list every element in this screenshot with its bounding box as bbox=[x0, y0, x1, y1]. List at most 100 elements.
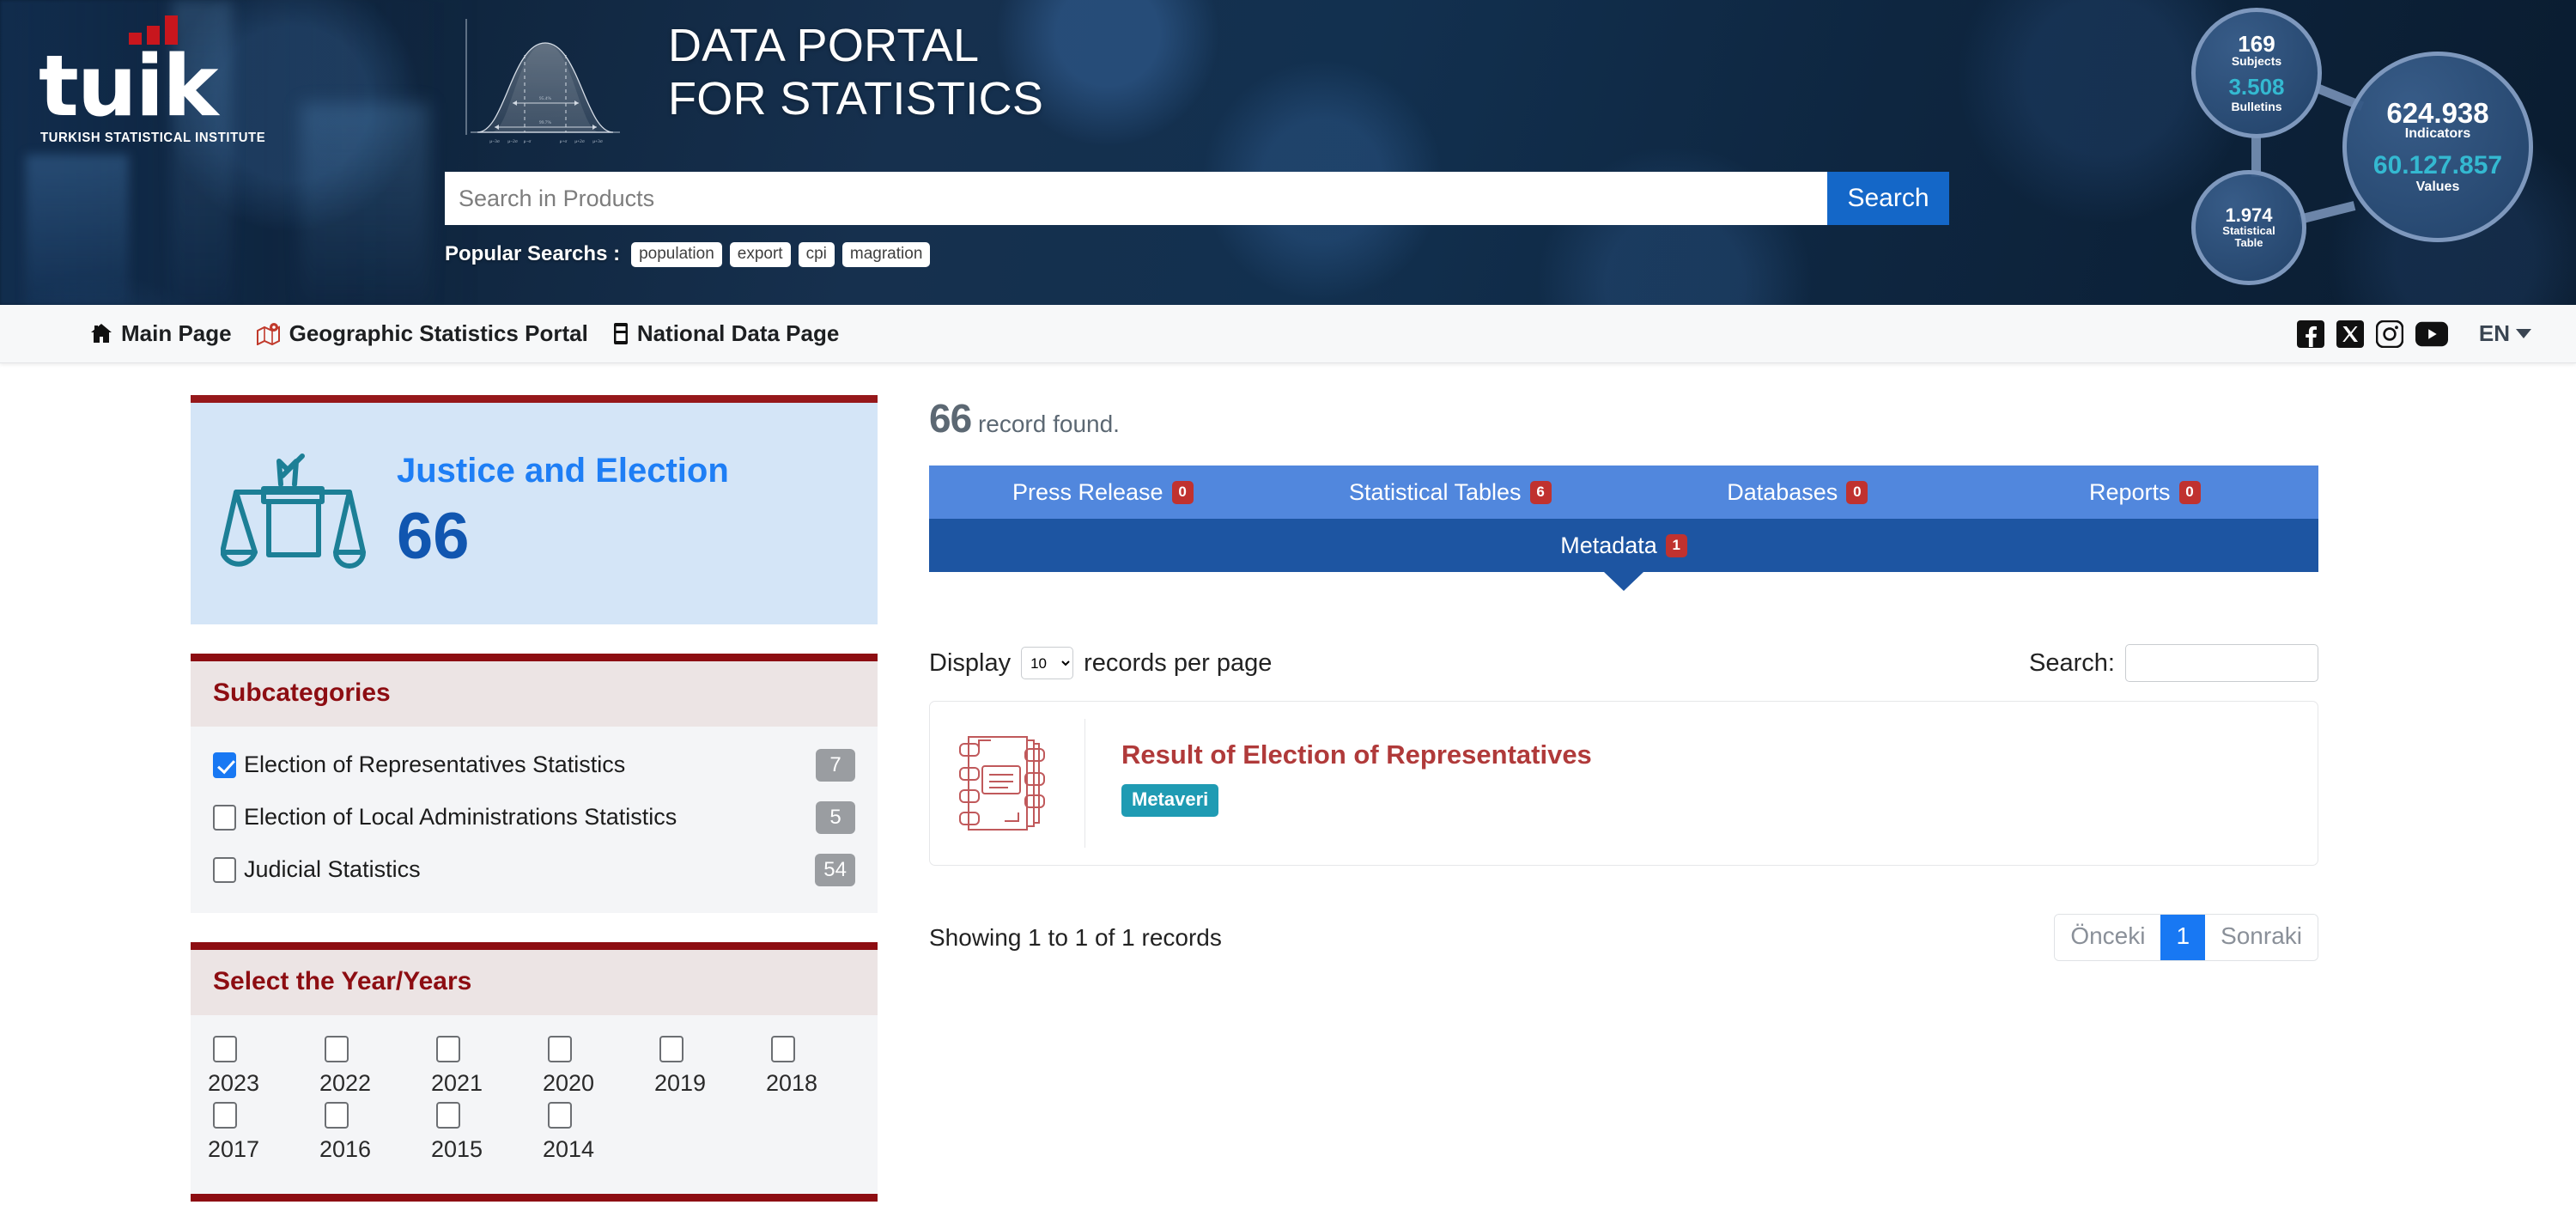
subcategories-header: Subcategories bbox=[191, 661, 878, 727]
tab-press-release[interactable]: Press Release 0 bbox=[929, 466, 1277, 519]
pagination-page-1[interactable]: 1 bbox=[2160, 915, 2205, 960]
page-title: DATA PORTAL FOR STATISTICS bbox=[668, 19, 1043, 125]
nav-item-label: Main Page bbox=[121, 320, 232, 347]
facebook-icon[interactable] bbox=[2297, 320, 2324, 348]
nav-right-controls: EN bbox=[2297, 320, 2531, 348]
year-checkbox-2021[interactable] bbox=[436, 1036, 460, 1062]
table-search-input[interactable] bbox=[2125, 644, 2318, 682]
svg-text:μ−σ: μ−σ bbox=[524, 139, 532, 144]
nav-item-main-page[interactable]: Main Page bbox=[89, 320, 232, 347]
subcategory-item[interactable]: Judicial Statistics 54 bbox=[213, 843, 855, 896]
subcategories-panel: Subcategories Election of Representative… bbox=[191, 654, 878, 913]
category-panel: Justice and Election 66 bbox=[191, 395, 878, 624]
tab-databases[interactable]: Databases 0 bbox=[1624, 466, 1971, 519]
language-selector[interactable]: EN bbox=[2479, 320, 2531, 347]
year-option[interactable]: 2014 bbox=[548, 1102, 659, 1163]
year-option[interactable]: 2021 bbox=[436, 1036, 548, 1097]
popular-search-tag[interactable]: export bbox=[730, 242, 791, 267]
subcategory-item[interactable]: Election of Representatives Statistics 7 bbox=[213, 739, 855, 791]
search-button[interactable]: Search bbox=[1827, 172, 1949, 225]
tab-label: Statistical Tables bbox=[1349, 479, 1522, 506]
result-card[interactable]: Result of Election of Representatives Me… bbox=[929, 701, 2318, 866]
year-checkbox-2016[interactable] bbox=[325, 1102, 349, 1129]
pagination-prev-button[interactable]: Önceki bbox=[2055, 915, 2160, 960]
stat-bubble-indicators: 624.938 Indicators 60.127.857 Values bbox=[2342, 52, 2533, 242]
search-input[interactable] bbox=[445, 172, 1827, 225]
logo-wordmark: tuik bbox=[39, 45, 288, 129]
subcategory-count-badge: 7 bbox=[816, 749, 855, 782]
stat-label: Bulletins bbox=[2231, 100, 2281, 113]
logo-bars-icon bbox=[129, 15, 178, 45]
panel-top-accent bbox=[191, 395, 878, 403]
year-label: 2017 bbox=[208, 1136, 259, 1163]
tuik-logo[interactable]: tuik TURKISH STATISTICAL INSTITUTE bbox=[39, 15, 288, 146]
subcategory-checkbox-election-of-local-administrations[interactable] bbox=[213, 805, 236, 831]
bubble-connector bbox=[2299, 201, 2356, 224]
tab-label: Metadata bbox=[1560, 532, 1657, 559]
main-results: 66 record found. Press Release 0 Statist… bbox=[929, 395, 2318, 1211]
svg-text:μ+3σ: μ+3σ bbox=[592, 139, 603, 144]
tab-metadata[interactable]: Metadata 1 bbox=[929, 519, 2318, 572]
pagination-next-button[interactable]: Sonraki bbox=[2205, 915, 2318, 960]
page-content: Justice and Election 66 Subcategories El… bbox=[0, 363, 2576, 1211]
year-option[interactable]: 2018 bbox=[771, 1036, 883, 1097]
year-checkbox-2015[interactable] bbox=[436, 1102, 460, 1129]
subcategory-checkbox-election-of-representatives[interactable] bbox=[213, 752, 236, 778]
subcategory-label: Election of Representatives Statistics bbox=[244, 752, 816, 778]
tabs-row-secondary: Metadata 1 bbox=[929, 519, 2318, 572]
panel-bottom-accent bbox=[191, 1194, 878, 1202]
year-option[interactable]: 2017 bbox=[213, 1102, 325, 1163]
table-search-block: Search: bbox=[2029, 644, 2318, 682]
page-title-line-2: FOR STATISTICS bbox=[668, 72, 1043, 125]
year-checkbox-2018[interactable] bbox=[771, 1036, 795, 1062]
x-twitter-icon[interactable] bbox=[2336, 320, 2364, 348]
year-checkbox-2014[interactable] bbox=[548, 1102, 572, 1129]
subcategory-item[interactable]: Election of Local Administrations Statis… bbox=[213, 791, 855, 843]
years-title: Select the Year/Years bbox=[213, 967, 855, 996]
stat-number: 624.938 bbox=[2386, 99, 2488, 127]
year-checkbox-2019[interactable] bbox=[659, 1036, 683, 1062]
year-option[interactable]: 2020 bbox=[548, 1036, 659, 1097]
year-checkbox-2017[interactable] bbox=[213, 1102, 237, 1129]
nav-item-label: National Data Page bbox=[637, 320, 840, 347]
page-length-select[interactable]: 10 25 50 100 bbox=[1021, 647, 1073, 679]
stat-label: Statistical Table bbox=[2222, 225, 2275, 248]
tab-reports[interactable]: Reports 0 bbox=[1971, 466, 2319, 519]
year-label: 2020 bbox=[543, 1070, 594, 1097]
stat-number: 1.974 bbox=[2225, 206, 2272, 225]
year-label: 2015 bbox=[431, 1136, 483, 1163]
year-checkbox-2023[interactable] bbox=[213, 1036, 237, 1062]
records-found-text: record found. bbox=[978, 411, 1120, 437]
tab-statistical-tables[interactable]: Statistical Tables 6 bbox=[1277, 466, 1625, 519]
svg-text:μ+2σ: μ+2σ bbox=[574, 139, 585, 144]
year-option[interactable]: 2015 bbox=[436, 1102, 548, 1163]
result-title[interactable]: Result of Election of Representatives bbox=[1121, 739, 1592, 770]
year-option[interactable]: 2022 bbox=[325, 1036, 436, 1097]
logo-subtitle: TURKISH STATISTICAL INSTITUTE bbox=[40, 131, 277, 146]
popular-search-tag[interactable]: population bbox=[631, 242, 722, 267]
popular-search-tag[interactable]: cpi bbox=[799, 242, 835, 267]
year-checkbox-2020[interactable] bbox=[548, 1036, 572, 1062]
year-label: 2023 bbox=[208, 1070, 259, 1097]
year-option[interactable]: 2016 bbox=[325, 1102, 436, 1163]
metadata-book-icon bbox=[930, 714, 1084, 853]
year-checkbox-2022[interactable] bbox=[325, 1036, 349, 1062]
youtube-icon[interactable] bbox=[2415, 320, 2448, 348]
year-option[interactable]: 2023 bbox=[213, 1036, 325, 1097]
nav-item-geographic-statistics-portal[interactable]: Geographic Statistics Portal bbox=[256, 320, 588, 347]
subcategory-label: Election of Local Administrations Statis… bbox=[244, 804, 816, 831]
stat-label: Subjects bbox=[2232, 55, 2281, 68]
tab-label: Databases bbox=[1727, 479, 1838, 506]
result-type-badge[interactable]: Metaveri bbox=[1121, 784, 1218, 817]
bell-curve-icon: 95.4% 99.7% μ−3σμ−2σμ−σ μ+σμ+2σμ+3σ bbox=[464, 12, 627, 158]
nav-item-national-data-page[interactable]: National Data Page bbox=[612, 320, 840, 347]
popular-search-tag[interactable]: magration bbox=[842, 242, 931, 267]
subcategory-checkbox-judicial-statistics[interactable] bbox=[213, 857, 236, 883]
year-option[interactable]: 2019 bbox=[659, 1036, 771, 1097]
subcategory-label: Judicial Statistics bbox=[244, 856, 815, 883]
result-type-tabs: Press Release 0 Statistical Tables 6 Dat… bbox=[929, 466, 2318, 572]
years-panel: Select the Year/Years 2023 2022 2021 bbox=[191, 942, 878, 1202]
pagination: Önceki 1 Sonraki bbox=[2054, 914, 2318, 961]
instagram-icon[interactable] bbox=[2376, 320, 2403, 348]
category-text: Justice and Election 66 bbox=[397, 453, 729, 571]
